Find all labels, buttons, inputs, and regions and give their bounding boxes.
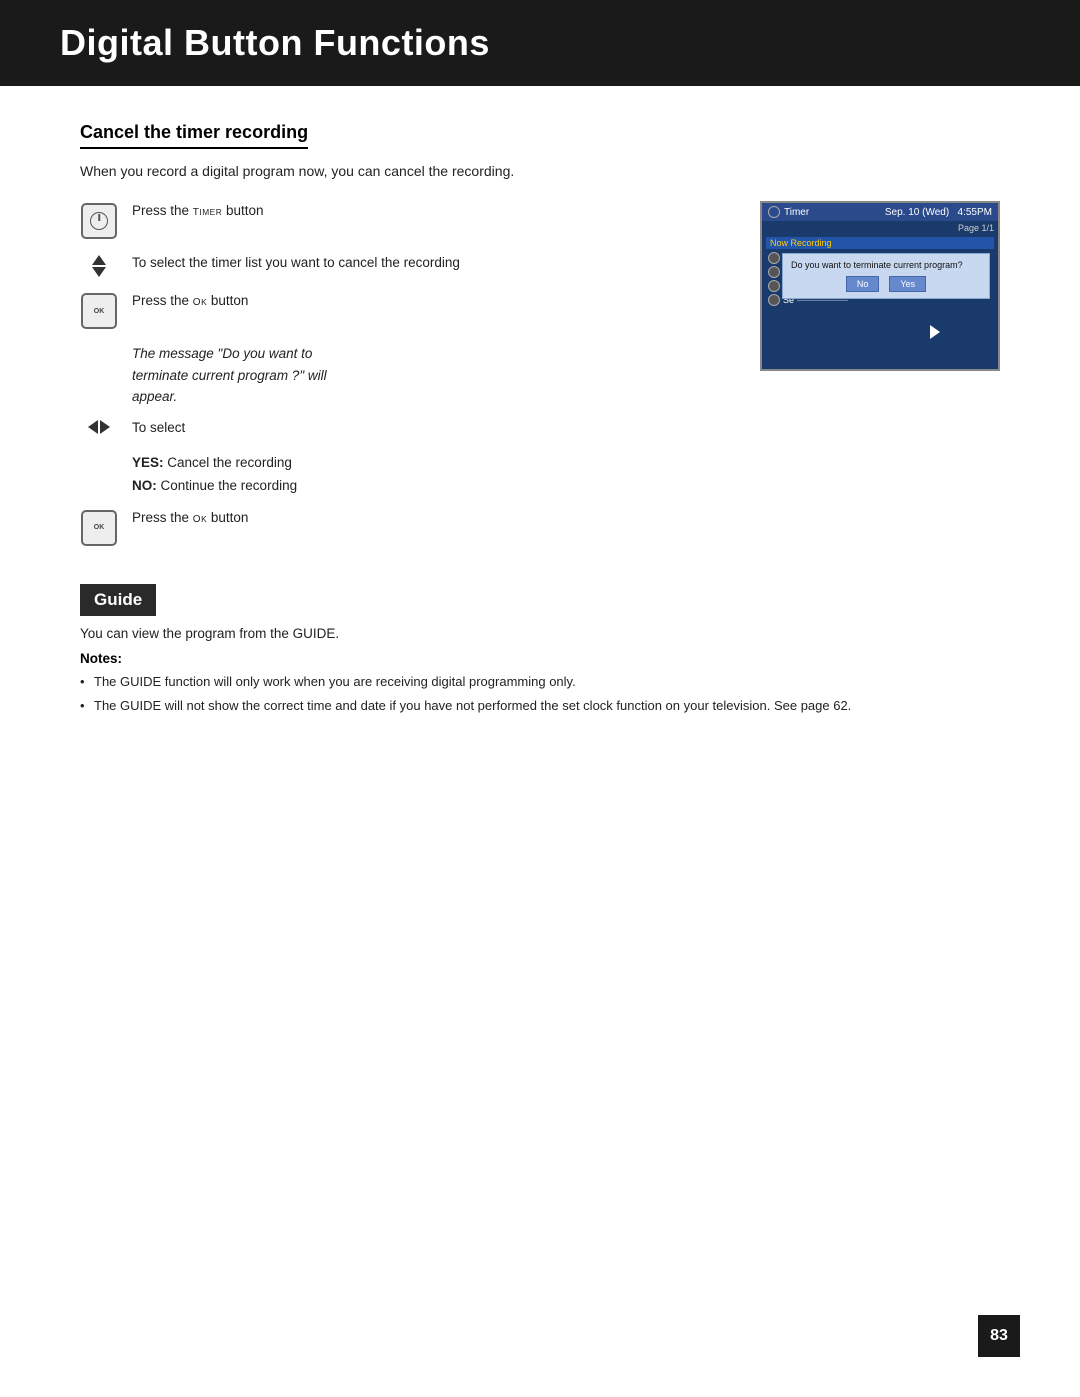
arrow-right-icon — [100, 420, 110, 434]
step-3-row: OK Press the OK button — [80, 291, 730, 329]
notes-section: Notes: The GUIDE function will only work… — [80, 651, 1000, 716]
tv-dialog: Do you want to terminate current program… — [782, 253, 990, 299]
step-3-text: Press the OK button — [132, 291, 730, 311]
notes-list: The GUIDE function will only work when y… — [80, 672, 1000, 716]
tv-row-icon-1 — [768, 252, 780, 264]
tv-row-icon-4 — [768, 294, 780, 306]
sub-message: The message "Do you want toterminate cur… — [132, 343, 730, 408]
timer-button-icon — [80, 201, 118, 239]
tv-section-title: Now Recording — [766, 237, 994, 249]
step-5-text: Press the OK button — [132, 508, 730, 528]
screen-column: Timer Sep. 10 (Wed) 4:55PM Page 1/1 Now … — [760, 201, 1000, 560]
step-1-row: Press the TIMER button — [80, 201, 730, 239]
no-option: NO: Continue the recording — [132, 475, 730, 498]
tv-time: 4:55PM — [958, 207, 992, 218]
page-number: 83 — [978, 1315, 1020, 1357]
step-4-text: To select — [132, 418, 730, 438]
steps-column: Press the TIMER button To select the tim… — [80, 201, 730, 560]
tv-date: Sep. 10 (Wed) — [885, 207, 949, 218]
ok-keyword-1: OK — [193, 297, 207, 308]
tv-screen-header: Timer Sep. 10 (Wed) 4:55PM — [762, 203, 998, 221]
page-header: Digital Button Functions — [0, 0, 1080, 86]
ok-button-icon-1: OK — [80, 291, 118, 329]
arrows-updown-icon — [80, 253, 118, 277]
tv-timer-label: Timer — [784, 207, 809, 218]
ok-keyword-2: OK — [193, 514, 207, 525]
step-2-row: To select the timer list you want to can… — [80, 253, 730, 277]
page-title: Digital Button Functions — [60, 22, 1020, 64]
yes-option: YES: Cancel the recording — [132, 452, 730, 475]
tv-screen: Timer Sep. 10 (Wed) 4:55PM Page 1/1 Now … — [760, 201, 1000, 371]
tv-date-time: Sep. 10 (Wed) 4:55PM — [885, 207, 992, 218]
arrow-up-icon — [92, 255, 106, 265]
step-1-text: Press the TIMER button — [132, 201, 730, 221]
timer-clock-icon — [768, 206, 780, 218]
tv-row-icon-3 — [768, 280, 780, 292]
tv-row-icon-2 — [768, 266, 780, 278]
timer-keyword: TIMER — [193, 207, 222, 218]
step-4-row: To select — [80, 418, 730, 438]
guide-title: Guide — [80, 584, 156, 616]
guide-section: Guide You can view the program from the … — [80, 584, 1000, 716]
page-content: Cancel the timer recording When you reco… — [0, 122, 1080, 716]
guide-text: You can view the program from the GUIDE. — [80, 626, 1000, 641]
arrow-down-icon — [92, 267, 106, 277]
section-title: Cancel the timer recording — [80, 122, 308, 149]
tv-dialog-text: Do you want to terminate current program… — [791, 260, 981, 270]
ok-button-icon-2: OK — [80, 508, 118, 546]
tv-dialog-buttons: No Yes — [791, 276, 981, 292]
intro-text: When you record a digital program now, y… — [80, 163, 1000, 179]
notes-title: Notes: — [80, 651, 1000, 666]
main-layout: Press the TIMER button To select the tim… — [80, 201, 1000, 560]
arrows-lr-icon — [80, 418, 118, 434]
note-item-2: The GUIDE will not show the correct time… — [80, 696, 1000, 716]
note-item-1: The GUIDE function will only work when y… — [80, 672, 1000, 692]
step-5-row: OK Press the OK button — [80, 508, 730, 546]
dialog-message-text: The message "Do you want toterminate cur… — [132, 343, 730, 408]
tv-dialog-yes-button: Yes — [889, 276, 926, 292]
step-2-text: To select the timer list you want to can… — [132, 253, 730, 273]
tv-cursor-arrow — [930, 325, 940, 339]
cancel-timer-section: Cancel the timer recording When you reco… — [80, 122, 1000, 560]
yes-no-block: YES: Cancel the recording NO: Continue t… — [132, 452, 730, 498]
tv-page-info: Page 1/1 — [762, 221, 998, 235]
arrow-left-icon — [88, 420, 98, 434]
tv-screen-header-left: Timer — [768, 206, 809, 218]
tv-dialog-no-button: No — [846, 276, 880, 292]
